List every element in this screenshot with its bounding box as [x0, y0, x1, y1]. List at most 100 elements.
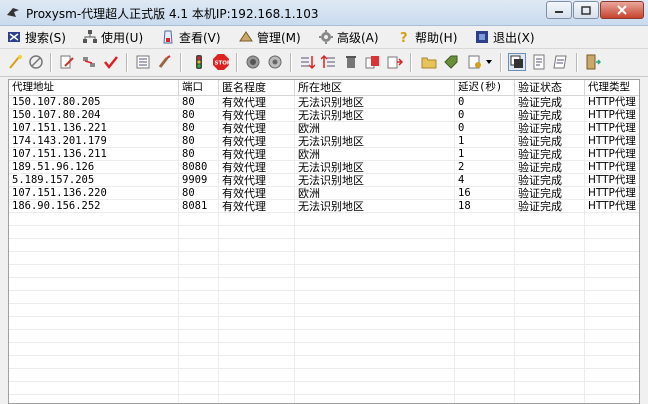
grid-line	[9, 290, 639, 291]
toolbar-paste-button[interactable]	[386, 53, 404, 71]
tag-icon	[444, 55, 458, 69]
toolbar-exit-button[interactable]	[584, 53, 602, 71]
close-icon	[617, 5, 627, 15]
app-logo-icon	[7, 8, 19, 17]
grid-line	[9, 251, 639, 252]
help-icon: ?	[400, 31, 408, 45]
close-button[interactable]	[600, 1, 644, 19]
paste-icon	[387, 56, 403, 69]
grid-line	[9, 277, 639, 278]
copy-icon	[365, 56, 379, 69]
toolbar-window-button[interactable]	[508, 53, 526, 71]
toolbar-open-button[interactable]	[420, 53, 438, 71]
edit-icon	[60, 55, 74, 69]
exit-icon	[476, 31, 488, 43]
brush-icon	[158, 55, 171, 68]
column-header-port[interactable]: 端口	[179, 80, 219, 95]
toolbar-document-button[interactable]	[530, 53, 548, 71]
toolbar-stop-button[interactable]: STOP	[212, 53, 230, 71]
record-icon	[246, 55, 260, 69]
export-icon	[321, 54, 335, 68]
grid-line	[9, 173, 639, 174]
list-icon	[136, 55, 150, 69]
column-header-anonymity[interactable]: 匿名程度	[219, 80, 295, 95]
toolbar-verify-button[interactable]	[102, 53, 120, 71]
table-header: 代理地址 端口 匿名程度 所在地区 延迟(秒) 验证状态 代理类型	[9, 80, 639, 96]
grid-line	[9, 394, 639, 395]
column-header-type[interactable]: 代理类型	[585, 80, 639, 95]
manage-icon	[239, 31, 253, 42]
window-title: Proxysm-代理超人正式版 4.1 本机IP:192.168.1.103	[26, 7, 319, 21]
import-icon	[301, 56, 315, 70]
toolbar-list-button[interactable]	[134, 53, 152, 71]
toolbar-import-button[interactable]	[298, 53, 316, 71]
maximize-button[interactable]	[573, 1, 599, 19]
toolbar-delete-button[interactable]	[342, 53, 360, 71]
minimize-icon	[555, 11, 563, 13]
folder-icon	[421, 57, 437, 69]
column-header-address[interactable]: 代理地址	[9, 80, 179, 95]
traffic-light-icon	[196, 55, 202, 69]
toolbar-connect-button[interactable]	[80, 53, 98, 71]
chevron-down-icon	[486, 60, 492, 64]
toolbar-copy-button[interactable]	[364, 53, 382, 71]
toolbar-start-button[interactable]	[190, 53, 208, 71]
notes-icon	[553, 55, 567, 69]
minimize-button[interactable]	[546, 1, 572, 19]
menu-advanced[interactable]: 高级(A)	[318, 28, 379, 46]
column-header-region[interactable]: 所在地区	[295, 80, 455, 95]
window-icon	[510, 55, 523, 68]
gear-icon	[319, 30, 333, 44]
toolbar-config-button[interactable]	[466, 53, 484, 71]
menu-view[interactable]: 查看(V)	[160, 28, 221, 46]
grid-line	[9, 212, 639, 213]
grid-line	[9, 147, 639, 148]
toolbar-wand-button[interactable]	[6, 53, 24, 71]
stop-circle-icon	[29, 55, 43, 69]
toolbar-stop-search-button[interactable]	[27, 53, 45, 71]
toolbar: STOP	[0, 49, 648, 77]
menu-help[interactable]: ? 帮助(H)	[396, 28, 457, 46]
toolbar-edit-button[interactable]	[58, 53, 76, 71]
proxy-table[interactable]: 代理地址 端口 匿名程度 所在地区 延迟(秒) 验证状态 代理类型 150.10…	[8, 79, 640, 404]
menu-exit[interactable]: 退出(X)	[474, 28, 535, 46]
trash-icon	[346, 56, 356, 68]
target-icon	[268, 55, 282, 69]
grid-line	[9, 121, 639, 122]
menu-manage[interactable]: 管理(M)	[238, 28, 301, 46]
grid-line	[9, 264, 639, 265]
column-grid-line	[584, 96, 585, 403]
svg-text:?: ?	[400, 31, 408, 45]
grid-line	[9, 303, 639, 304]
exit-door-icon	[586, 54, 601, 70]
toolbar-tag-button[interactable]	[442, 53, 460, 71]
column-grid-line	[218, 96, 219, 403]
checkmark-icon	[104, 56, 118, 70]
toolbar-target-button[interactable]	[266, 53, 284, 71]
maximize-icon	[581, 5, 591, 15]
column-grid-line	[178, 96, 179, 403]
grid-line	[9, 316, 639, 317]
toolbar-record-button[interactable]	[244, 53, 262, 71]
toolbar-export-button[interactable]	[320, 53, 338, 71]
grid-line	[9, 108, 639, 109]
column-grid-line	[454, 96, 455, 403]
column-header-status[interactable]: 验证状态	[515, 80, 585, 95]
config-icon	[468, 55, 481, 69]
grid-line	[9, 381, 639, 382]
grid-line	[9, 355, 639, 356]
menu-use[interactable]: 使用(U)	[82, 28, 143, 46]
menu-bar: 搜索(S) 使用(U) 查看(V) 管理(M) 高级(A) ? 帮助(H) 退出…	[0, 26, 648, 49]
column-grid-line	[294, 96, 295, 403]
toolbar-notes-button[interactable]	[552, 53, 570, 71]
column-grid-line	[514, 96, 515, 403]
grid-line	[9, 238, 639, 239]
grid-line	[9, 134, 639, 135]
grid-line	[9, 160, 639, 161]
network-icon	[83, 30, 97, 43]
toolbar-clean-button[interactable]	[156, 53, 174, 71]
column-header-latency[interactable]: 延迟(秒)	[455, 80, 515, 95]
grid-line	[9, 329, 639, 330]
toolbar-config-dropdown[interactable]	[484, 53, 494, 71]
menu-search[interactable]: 搜索(S)	[6, 28, 66, 46]
